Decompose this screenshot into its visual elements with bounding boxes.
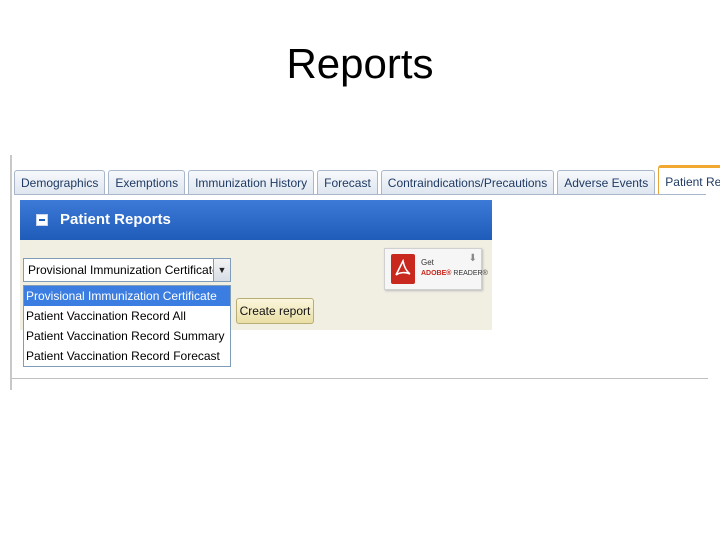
panel-title: Patient Reports (60, 211, 171, 228)
dropdown-option[interactable]: Patient Vaccination Record Summary (24, 326, 230, 346)
tab-forecast[interactable]: Forecast (317, 170, 378, 195)
collapse-icon[interactable] (36, 214, 48, 226)
report-type-selected: Provisional Immunization Certificate (28, 263, 219, 277)
left-border (10, 155, 12, 390)
tab-contraindications[interactable]: Contraindications/Precautions (380, 170, 555, 195)
create-report-button[interactable]: Create report (236, 298, 314, 324)
tab-immunization-history[interactable]: Immunization History (188, 170, 315, 195)
adobe-get-text: Get (421, 258, 434, 267)
report-type-dropdown: Provisional Immunization Certificate Pat… (23, 285, 231, 367)
tab-exemptions[interactable]: Exemptions (108, 170, 186, 195)
get-adobe-reader-badge[interactable]: Get ADOBE® READER® ⬇ (384, 248, 488, 290)
adobe-product: READER® (453, 270, 488, 277)
dropdown-option[interactable]: Patient Vaccination Record Forecast (24, 346, 230, 366)
tab-patient-reports[interactable]: Patient Reports (658, 165, 720, 195)
dropdown-option[interactable]: Patient Vaccination Record All (24, 306, 230, 326)
panel-header: Patient Reports (20, 200, 492, 240)
slide-title: Reports (286, 40, 434, 87)
tab-underline (14, 194, 706, 195)
tab-demographics[interactable]: Demographics (14, 170, 106, 195)
bottom-divider (12, 378, 708, 379)
download-arrow-icon: ⬇ (468, 253, 477, 264)
dropdown-option[interactable]: Provisional Immunization Certificate (24, 286, 230, 306)
report-type-select[interactable]: Provisional Immunization Certificate ▼ (23, 258, 231, 282)
adobe-brand: ADOBE® (421, 270, 452, 277)
tab-adverse-events[interactable]: Adverse Events (557, 170, 656, 195)
chevron-down-icon[interactable]: ▼ (213, 259, 230, 281)
adobe-brand-text: ADOBE® READER® (421, 270, 488, 277)
tab-bar: Demographics Exemptions Immunization His… (14, 165, 720, 195)
adobe-reader-icon (391, 254, 415, 284)
